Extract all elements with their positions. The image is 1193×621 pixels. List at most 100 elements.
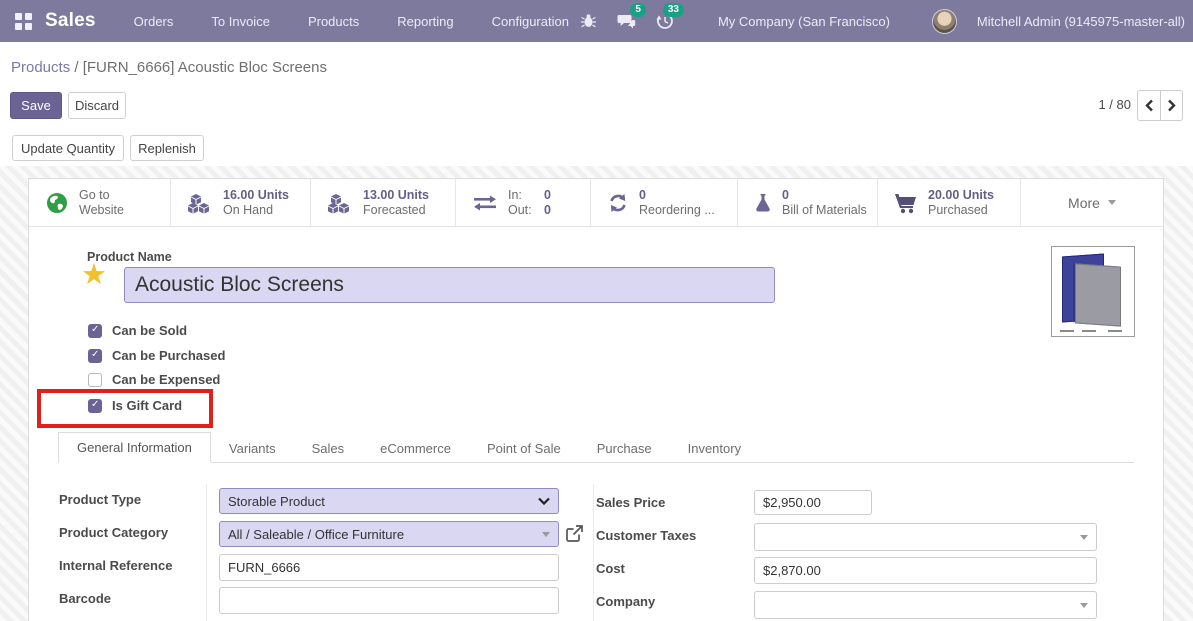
caret-down-icon xyxy=(1080,535,1088,540)
navbar-menu: Orders To Invoice Products Reporting Con… xyxy=(134,14,569,29)
update-quantity-button[interactable]: Update Quantity xyxy=(12,135,124,161)
control-panel: Products / [FURN_6666] Acoustic Bloc Scr… xyxy=(0,42,1193,166)
reordering-rules-stat-button[interactable]: 0Reordering ... xyxy=(591,179,738,226)
gray-screen-panel xyxy=(1075,263,1121,326)
purchased-stat-button[interactable]: 20.00 UnitsPurchased xyxy=(878,179,1021,226)
tab-point-of-sale[interactable]: Point of Sale xyxy=(469,434,579,463)
tab-purchase[interactable]: Purchase xyxy=(579,434,670,463)
can-be-expensed-checkbox-row[interactable]: Can be Expensed xyxy=(88,372,220,387)
user-avatar[interactable] xyxy=(932,9,957,34)
form-content-area: Go toWebsite 16.00 UnitsOn Hand 13.00 Un… xyxy=(0,166,1193,621)
stat-label: Bill of Materials xyxy=(782,203,867,218)
menu-configuration[interactable]: Configuration xyxy=(492,14,569,29)
debug-bug-icon[interactable] xyxy=(576,10,602,32)
tab-sales[interactable]: Sales xyxy=(294,434,363,463)
group-divider xyxy=(593,484,594,621)
transfer-arrows-icon xyxy=(472,194,498,212)
save-button[interactable]: Save xyxy=(10,92,62,119)
on-hand-stat-button[interactable]: 16.00 UnitsOn Hand xyxy=(171,179,311,226)
product-image[interactable] xyxy=(1051,246,1135,337)
messages-icon[interactable]: 5 xyxy=(614,10,640,32)
chevron-left-icon xyxy=(1145,99,1154,112)
stat-label: On Hand xyxy=(223,203,289,218)
cart-icon xyxy=(894,192,918,214)
chevron-down-icon xyxy=(1108,200,1116,205)
stat-line: Go to xyxy=(79,188,124,203)
tab-inventory[interactable]: Inventory xyxy=(670,434,759,463)
stat-in-label: In: xyxy=(508,188,536,203)
barcode-label: Barcode xyxy=(59,591,111,606)
menu-to-invoice[interactable]: To Invoice xyxy=(211,14,270,29)
pager xyxy=(1137,90,1183,121)
activities-clock-icon[interactable]: 33 xyxy=(652,10,678,32)
product-type-value: Storable Product xyxy=(228,494,538,509)
caret-down-icon xyxy=(542,532,550,537)
tab-ecommerce[interactable]: eCommerce xyxy=(362,434,469,463)
in-out-stat-button[interactable]: In:0 Out:0 xyxy=(456,179,591,226)
stat-line: Website xyxy=(79,203,124,218)
cost-input[interactable] xyxy=(754,557,1097,584)
stat-value: 13.00 Units xyxy=(363,188,429,203)
go-to-website-button[interactable]: Go toWebsite xyxy=(29,179,171,226)
user-menu[interactable]: Mitchell Admin (9145975-master-all) xyxy=(977,14,1185,29)
pager-next-button[interactable] xyxy=(1160,90,1183,121)
can-be-purchased-checkbox-row[interactable]: Can be Purchased xyxy=(88,348,225,363)
menu-reporting[interactable]: Reporting xyxy=(397,14,453,29)
caret-down-icon xyxy=(1080,603,1088,608)
breadcrumb: Products / [FURN_6666] Acoustic Bloc Scr… xyxy=(11,59,327,76)
sales-price-input[interactable] xyxy=(754,490,872,515)
group-divider xyxy=(206,484,207,621)
cubes-icon xyxy=(187,192,213,214)
favorite-star-icon[interactable]: ★ xyxy=(81,259,107,291)
breadcrumb-separator: / xyxy=(70,59,83,76)
pager-previous-button[interactable] xyxy=(1137,90,1160,121)
cost-label: Cost xyxy=(596,561,625,576)
barcode-input[interactable] xyxy=(219,587,559,614)
stat-label: Reordering ... xyxy=(639,203,715,218)
replenish-button[interactable]: Replenish xyxy=(130,135,204,161)
product-category-label: Product Category xyxy=(59,525,168,540)
checkbox-checked-icon[interactable] xyxy=(88,349,102,363)
activities-badge: 33 xyxy=(663,3,684,17)
notebook-tabs: General Information Variants Sales eComm… xyxy=(58,433,1134,463)
forecasted-stat-button[interactable]: 13.00 UnitsForecasted xyxy=(311,179,456,226)
navbar-right: 5 33 My Company (San Francisco) Mitchell… xyxy=(576,9,1193,34)
company-switcher[interactable]: My Company (San Francisco) xyxy=(718,14,890,29)
can-be-sold-checkbox-row[interactable]: Can be Sold xyxy=(88,323,187,338)
stat-value: 16.00 Units xyxy=(223,188,289,203)
bill-of-materials-stat-button[interactable]: 0Bill of Materials xyxy=(738,179,878,226)
stat-label: Purchased xyxy=(928,203,994,218)
tab-variants[interactable]: Variants xyxy=(211,434,294,463)
product-name-input[interactable] xyxy=(124,267,775,303)
company-select[interactable] xyxy=(754,591,1097,619)
product-category-select[interactable]: All / Saleable / Office Furniture xyxy=(219,521,559,547)
sales-price-label: Sales Price xyxy=(596,495,665,510)
checkbox-label: Can be Purchased xyxy=(112,348,225,363)
stat-out-label: Out: xyxy=(508,203,536,218)
cubes-icon xyxy=(327,192,353,214)
discard-button[interactable]: Discard xyxy=(68,92,126,119)
flask-icon xyxy=(754,192,772,214)
red-annotation-box xyxy=(37,389,213,428)
menu-orders[interactable]: Orders xyxy=(134,14,174,29)
external-link-icon[interactable] xyxy=(565,524,584,543)
app-name[interactable]: Sales xyxy=(45,10,96,32)
pager-counter: 1 / 80 xyxy=(1098,97,1131,112)
checkbox-label: Can be Sold xyxy=(112,323,187,338)
product-type-select[interactable]: Storable Product xyxy=(219,488,559,514)
company-label: Company xyxy=(596,594,655,609)
tab-general-information[interactable]: General Information xyxy=(58,432,211,463)
internal-reference-input[interactable] xyxy=(219,554,559,581)
more-dropdown-button[interactable]: More xyxy=(1021,179,1163,226)
product-category-value: All / Saleable / Office Furniture xyxy=(228,527,542,542)
checkbox-unchecked-icon[interactable] xyxy=(88,373,102,387)
apps-grid-icon[interactable] xyxy=(15,13,32,30)
top-navbar: Sales Orders To Invoice Products Reporti… xyxy=(0,0,1193,42)
breadcrumb-products-link[interactable]: Products xyxy=(11,59,70,76)
messages-badge: 5 xyxy=(630,3,646,17)
checkbox-checked-icon[interactable] xyxy=(88,324,102,338)
menu-products[interactable]: Products xyxy=(308,14,359,29)
stat-out-value: 0 xyxy=(544,203,551,218)
customer-taxes-select[interactable] xyxy=(754,523,1097,551)
globe-icon xyxy=(45,191,69,215)
